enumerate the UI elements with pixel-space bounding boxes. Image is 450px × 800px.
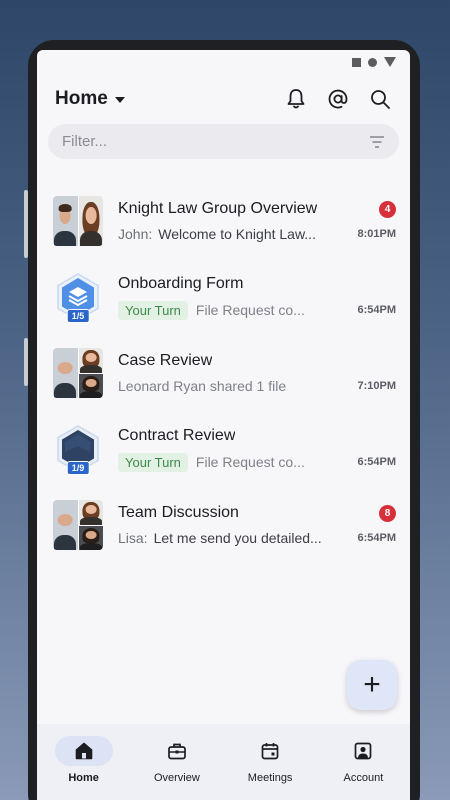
home-icon (75, 742, 92, 760)
progress-badge: 1/9 (66, 461, 90, 475)
group-avatar (53, 348, 103, 398)
account-icon (355, 742, 372, 760)
filter-input[interactable] (62, 133, 369, 150)
conversation-row[interactable]: 1/5 Onboarding Form Your Turn File Reque… (37, 259, 410, 335)
conversation-title: Team Discussion (118, 504, 239, 521)
filter-lines-icon[interactable] (369, 135, 385, 149)
status-triangle-icon (384, 57, 396, 67)
conversation-title: Onboarding Form (118, 274, 244, 292)
new-conversation-button[interactable]: + (347, 660, 397, 710)
filter-bar (48, 124, 399, 159)
plus-icon: + (363, 668, 381, 701)
page-title: Home (55, 88, 108, 109)
nav-label: Meetings (247, 772, 293, 784)
message-sender: John: (118, 226, 153, 242)
unread-badge: 4 (379, 200, 396, 218)
nav-label: Home (68, 772, 99, 784)
conversation-row[interactable]: 1/9 Contract Review Your Turn File Reque… (37, 411, 410, 487)
status-square-icon (352, 57, 361, 67)
nav-item-account[interactable]: Account (324, 736, 402, 800)
message-time: 6:54PM (357, 532, 396, 544)
nav-item-meetings[interactable]: Meetings (231, 736, 309, 800)
mention-icon[interactable] (326, 87, 350, 111)
search-icon[interactable] (368, 87, 392, 111)
form-avatar: 1/5 (53, 272, 103, 323)
message-preview: File Request co... (195, 302, 305, 318)
conversation-row[interactable]: Knight Law Group Overview 4 John: Welcom… (37, 183, 410, 259)
group-avatar (53, 500, 103, 550)
unread-badge: 8 (379, 504, 396, 522)
message-time: 7:10PM (357, 380, 396, 392)
app-header: Home (37, 74, 410, 124)
message-time: 6:54PM (357, 304, 396, 316)
status-circle-icon (368, 57, 377, 67)
message-preview: Leonard Ryan shared 1 file (118, 378, 287, 394)
nav-label: Account (343, 772, 384, 784)
bottom-navigation: Home Overview Meetings Account (37, 724, 410, 800)
conversation-title: Contract Review (118, 426, 236, 444)
conversation-title: Case Review (118, 352, 213, 369)
progress-badge: 1/5 (66, 309, 90, 323)
message-sender: Lisa: (118, 530, 148, 546)
conversation-row[interactable]: Case Review Leonard Ryan shared 1 file 7… (37, 335, 410, 411)
conversation-row[interactable]: Team Discussion 8 Lisa: Let me send you … (37, 487, 410, 563)
nav-item-overview[interactable]: Overview (138, 736, 216, 800)
app-screen: Home Filter... Knight Law Group Overview… (37, 50, 410, 800)
group-avatar (53, 196, 103, 246)
chevron-down-icon (114, 97, 125, 103)
message-time: 8:01PM (357, 228, 396, 240)
home-dropdown[interactable]: Home (55, 88, 125, 110)
calendar-icon (261, 743, 279, 760)
your-turn-chip: Your Turn (118, 300, 188, 320)
nav-item-home[interactable]: Home (45, 736, 123, 800)
message-time: 6:54PM (357, 456, 396, 468)
nav-label: Overview (153, 772, 200, 784)
status-bar (37, 50, 410, 74)
message-preview: File Request co... (195, 454, 305, 470)
briefcase-icon (168, 743, 186, 760)
message-preview: Let me send you detailed... (153, 530, 322, 546)
bell-icon[interactable] (284, 87, 308, 111)
your-turn-chip: Your Turn (118, 452, 188, 472)
form-avatar: 1/9 (53, 424, 103, 475)
conversation-title: Knight Law Group Overview (118, 200, 318, 217)
message-preview: Welcome to Knight Law... (158, 226, 316, 242)
conversation-list: Knight Law Group Overview 4 John: Welcom… (37, 183, 410, 563)
